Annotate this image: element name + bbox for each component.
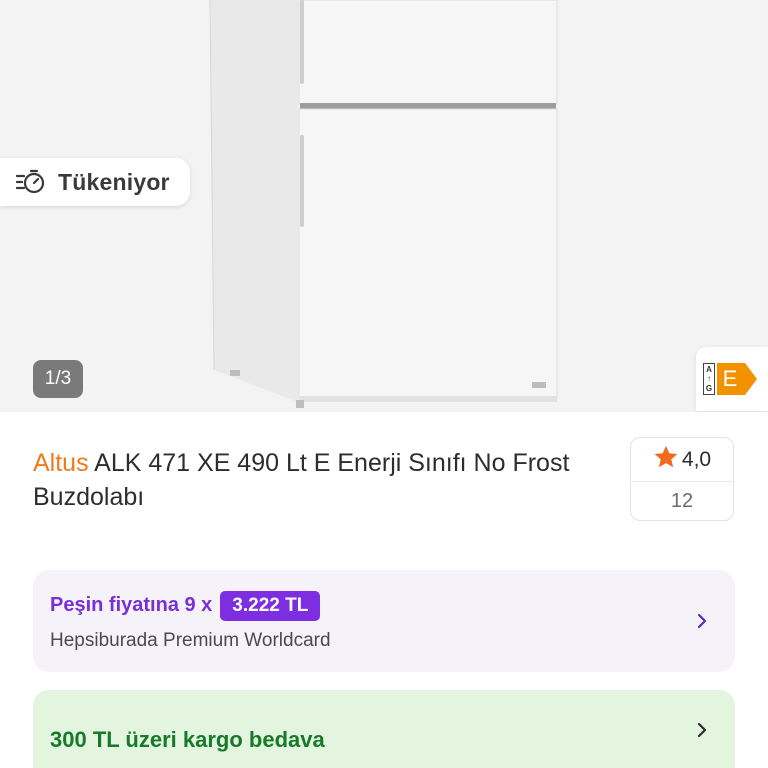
installment-card-name: Hepsiburada Premium Worldcard	[50, 629, 331, 651]
low-stock-badge: Tükeniyor	[0, 158, 190, 206]
review-count: 12	[670, 489, 694, 512]
product-image-gallery[interactable]: Tükeniyor 1/3 A ↑ G E	[0, 0, 768, 412]
brand-link[interactable]: Altus	[33, 449, 89, 477]
energy-scale-top: A	[706, 364, 712, 374]
free-shipping-text: 300 TL üzeri kargo bedava	[50, 727, 325, 752]
star-icon	[653, 445, 679, 475]
energy-scale-arrow: ↑	[707, 374, 711, 384]
installment-price-badge: 3.222 TL	[220, 590, 321, 621]
product-title: Altus ALK 471 XE 490 Lt E Enerji Sınıfı …	[33, 446, 613, 514]
image-counter: 1/3	[33, 360, 83, 398]
installment-offer-card[interactable]: Peşin fiyatına 9 x 3.222 TL Hepsiburada …	[33, 570, 735, 672]
energy-class-value: E	[722, 366, 738, 391]
energy-class-arrow: E	[717, 363, 757, 395]
installment-text: Peşin fiyatına 9 x	[50, 594, 213, 616]
energy-label-badge[interactable]: A ↑ G E	[696, 347, 768, 411]
energy-scale-bottom: G	[705, 383, 713, 393]
chevron-right-icon	[697, 613, 707, 629]
product-name: ALK 471 XE 490 Lt E Enerji Sınıfı No Fro…	[33, 449, 570, 511]
chevron-right-icon	[697, 722, 707, 738]
energy-scale-icon: A ↑ G	[703, 363, 715, 395]
stock-status-label: Tükeniyor	[58, 168, 170, 195]
fast-timer-icon	[16, 168, 48, 196]
rating-box[interactable]: 4,0 12	[630, 437, 734, 521]
free-shipping-card[interactable]: 300 TL üzeri kargo bedava	[33, 690, 735, 768]
product-image	[209, 0, 558, 408]
rating-score: 4,0	[681, 447, 712, 471]
